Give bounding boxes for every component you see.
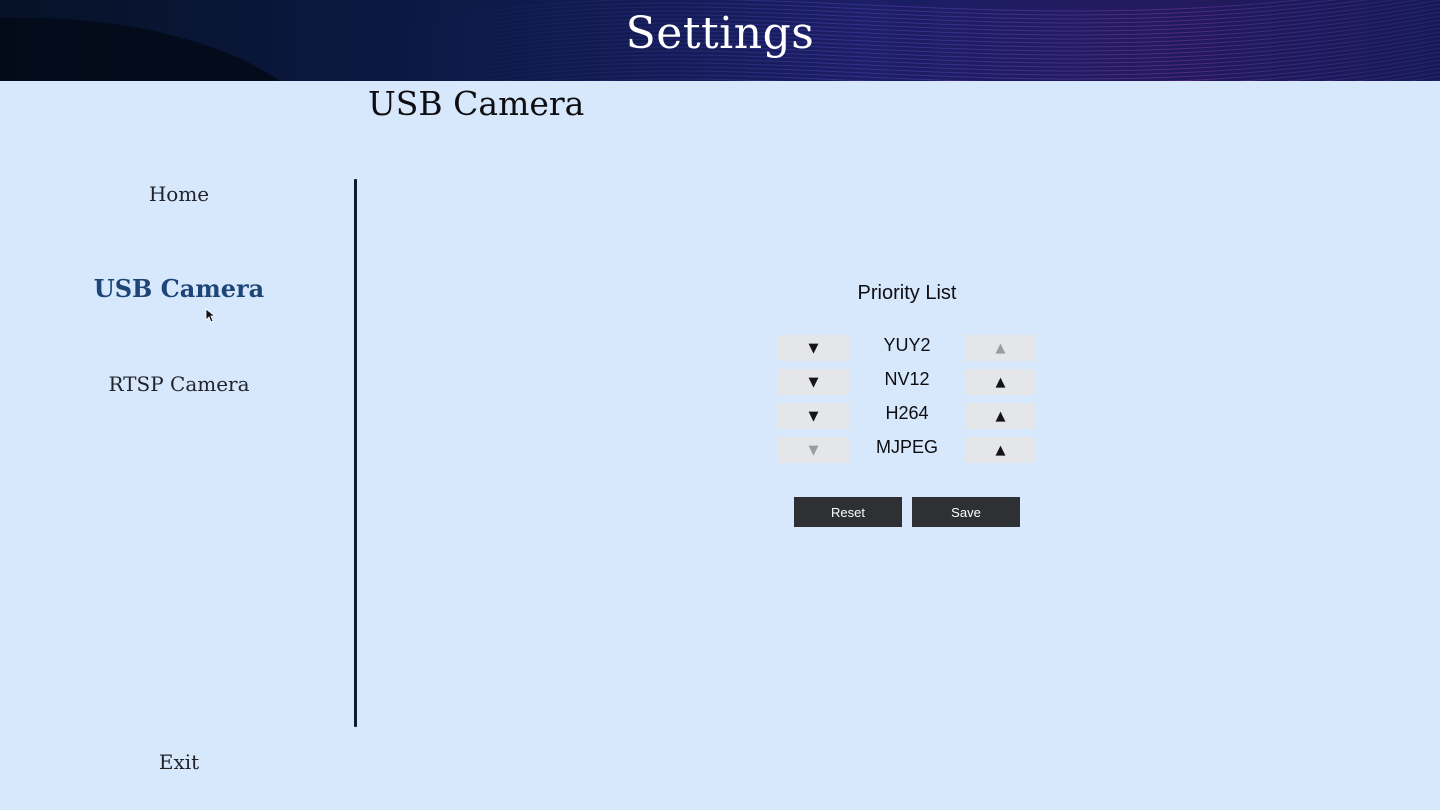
format-label: MJPEG (875, 437, 938, 457)
header-title: Settings (625, 8, 815, 59)
format-label: H264 (885, 403, 929, 423)
format-label: YUY2 (883, 335, 931, 355)
reset-button[interactable]: Reset (794, 497, 902, 527)
format-label: NV12 (884, 369, 930, 389)
priority-row: ▼ MJPEG ▲ (778, 437, 1036, 463)
priority-row: ▼ H264 ▲ (778, 403, 1036, 429)
sidebar-item-exit[interactable]: Exit (0, 750, 358, 774)
move-down-button[interactable]: ▼ (778, 403, 849, 429)
sidebar-divider (354, 179, 357, 727)
header-banner: Settings (0, 0, 1440, 81)
priority-row: ▼ NV12 ▲ (778, 369, 1036, 395)
priority-list-title: Priority List (857, 282, 957, 304)
move-down-button[interactable]: ▼ (778, 437, 849, 463)
move-up-button[interactable]: ▲ (965, 403, 1036, 429)
move-down-button[interactable]: ▼ (778, 335, 849, 361)
mouse-cursor-icon (205, 308, 215, 323)
sidebar-item-rtsp-camera[interactable]: RTSP Camera (0, 372, 358, 396)
move-up-button[interactable]: ▲ (965, 437, 1036, 463)
page-title: USB Camera (368, 84, 585, 123)
sidebar-item-usb-camera[interactable]: USB Camera (0, 274, 358, 303)
move-down-button[interactable]: ▼ (778, 369, 849, 395)
move-up-button[interactable]: ▲ (965, 369, 1036, 395)
sidebar-item-home[interactable]: Home (0, 182, 358, 206)
save-button[interactable]: Save (912, 497, 1020, 527)
priority-row: ▼ YUY2 ▲ (778, 335, 1036, 361)
move-up-button[interactable]: ▲ (965, 335, 1036, 361)
